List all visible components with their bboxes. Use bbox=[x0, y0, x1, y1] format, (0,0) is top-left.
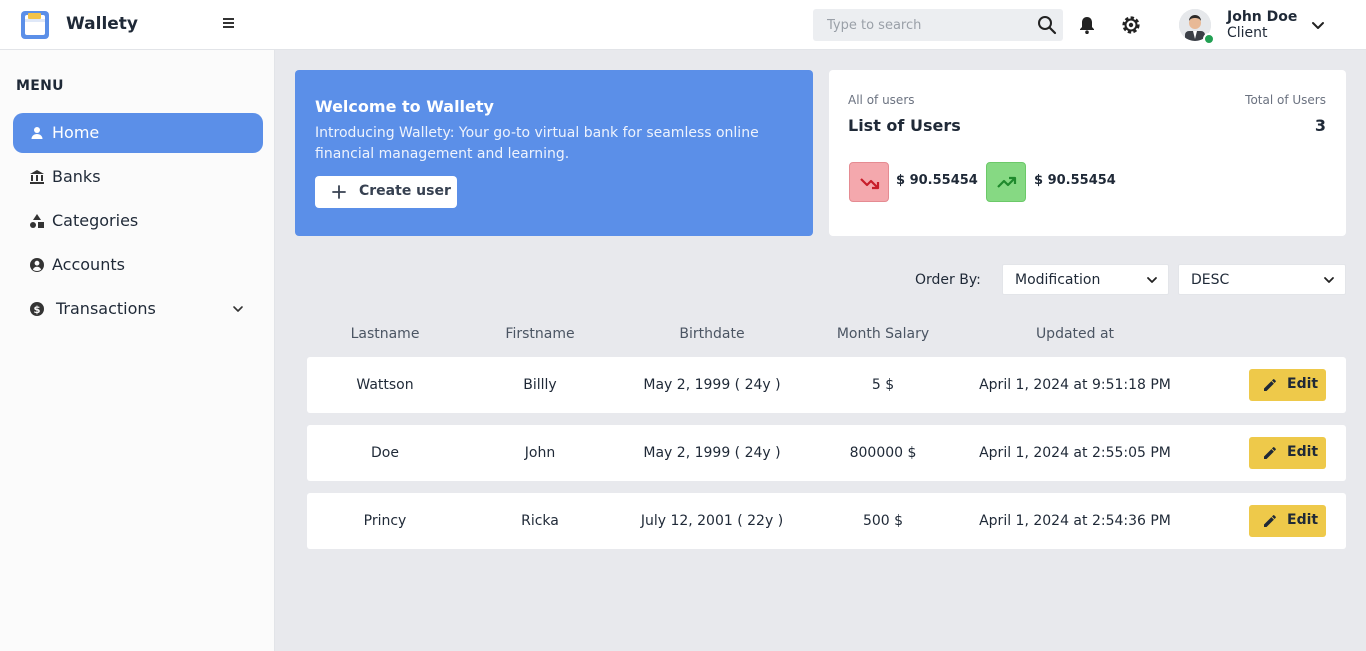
online-status-dot bbox=[1203, 33, 1215, 45]
edit-button[interactable]: Edit bbox=[1249, 505, 1326, 537]
avatar[interactable] bbox=[1179, 9, 1215, 45]
users-stats-card: All of users List of Users Total of User… bbox=[829, 70, 1346, 236]
edit-label: Edit bbox=[1287, 376, 1319, 392]
dollar-coin-icon: $ bbox=[30, 302, 44, 316]
pencil-icon bbox=[1264, 447, 1276, 459]
search-icon[interactable] bbox=[1037, 15, 1057, 35]
welcome-title: Welcome to Wallety bbox=[315, 97, 494, 116]
trend-down-badge bbox=[849, 162, 889, 202]
chevron-down-icon bbox=[1147, 277, 1157, 283]
cell-birthdate: July 12, 2001 ( 22y ) bbox=[640, 513, 784, 529]
welcome-card: Welcome to Wallety Introducing Wallety: … bbox=[295, 70, 813, 236]
sidebar-item-label: Accounts bbox=[52, 255, 125, 274]
pencil-icon bbox=[1264, 515, 1276, 527]
chevron-down-icon[interactable] bbox=[1310, 17, 1326, 33]
order-direction-value: DESC bbox=[1191, 272, 1230, 288]
table-row: Wattson Billly May 2, 1999 ( 24y ) 5 $ A… bbox=[307, 357, 1346, 413]
order-field-select[interactable]: Modification bbox=[1002, 264, 1169, 295]
bank-icon bbox=[30, 170, 44, 184]
table-row: Doe John May 2, 1999 ( 24y ) 800000 $ Ap… bbox=[307, 425, 1346, 481]
sidebar-item-home[interactable]: Home bbox=[13, 113, 263, 153]
cell-firstname: Billly bbox=[523, 377, 557, 393]
cell-salary: 5 $ bbox=[871, 377, 895, 393]
sidebar-item-categories[interactable]: Categories bbox=[13, 201, 263, 241]
shapes-icon bbox=[30, 214, 44, 228]
pencil-icon bbox=[1264, 379, 1276, 391]
cell-firstname: Ricka bbox=[521, 513, 559, 529]
create-user-button[interactable]: Create user bbox=[315, 176, 457, 208]
order-field-value: Modification bbox=[1015, 272, 1101, 288]
cell-salary: 800000 $ bbox=[849, 445, 917, 461]
cell-lastname: Doe bbox=[371, 445, 399, 461]
sidebar-item-banks[interactable]: Banks bbox=[13, 157, 263, 197]
trending-up-icon bbox=[997, 176, 1017, 188]
column-header-lastname: Lastname bbox=[350, 326, 420, 342]
sidebar-item-label: Categories bbox=[52, 211, 139, 230]
chevron-down-icon[interactable] bbox=[231, 302, 245, 316]
sidebar-item-label: Transactions bbox=[56, 299, 156, 318]
welcome-text: Introducing Wallety: Your go-to virtual … bbox=[315, 125, 759, 162]
cell-updated: April 1, 2024 at 2:54:36 PM bbox=[979, 513, 1171, 529]
menu-heading: MENU bbox=[16, 78, 64, 94]
bell-icon[interactable] bbox=[1077, 15, 1097, 35]
sidebar-item-label: Home bbox=[52, 123, 100, 142]
cell-updated: April 1, 2024 at 2:55:05 PM bbox=[979, 445, 1171, 461]
order-direction-select[interactable]: DESC bbox=[1178, 264, 1346, 295]
chevron-down-icon bbox=[1324, 277, 1334, 283]
top-bar: Wallety John Doe Client bbox=[0, 0, 1366, 50]
user-icon bbox=[31, 127, 43, 139]
cell-birthdate: May 2, 1999 ( 24y ) bbox=[643, 377, 781, 393]
total-users-label: Total of Users bbox=[1245, 93, 1326, 107]
edit-label: Edit bbox=[1287, 444, 1319, 460]
svg-text:$: $ bbox=[34, 305, 41, 316]
cell-salary: 500 $ bbox=[862, 513, 904, 529]
cell-lastname: Princy bbox=[363, 513, 407, 529]
plus-icon bbox=[332, 185, 346, 199]
cell-lastname: Wattson bbox=[356, 377, 414, 393]
wallet-logo-icon[interactable] bbox=[20, 10, 50, 40]
cell-firstname: John bbox=[524, 445, 556, 461]
search-box bbox=[813, 9, 1063, 41]
trend-up-value: $ 90.55454 bbox=[1034, 173, 1116, 188]
trend-up-badge bbox=[986, 162, 1026, 202]
column-header-salary: Month Salary bbox=[836, 326, 930, 342]
account-circle-icon bbox=[30, 258, 44, 272]
stats-subtitle: All of users bbox=[848, 93, 915, 107]
stats-title: List of Users bbox=[848, 116, 961, 135]
user-role: Client bbox=[1227, 25, 1268, 41]
trending-down-icon bbox=[860, 178, 880, 190]
table-row: Princy Ricka July 12, 2001 ( 22y ) 500 $… bbox=[307, 493, 1346, 549]
total-users-count: 3 bbox=[1314, 116, 1326, 135]
user-name: John Doe bbox=[1227, 9, 1298, 25]
column-header-birthdate: Birthdate bbox=[679, 326, 745, 342]
cell-birthdate: May 2, 1999 ( 24y ) bbox=[643, 445, 781, 461]
edit-button[interactable]: Edit bbox=[1249, 369, 1326, 401]
gear-icon[interactable] bbox=[1120, 14, 1142, 36]
edit-button[interactable]: Edit bbox=[1249, 437, 1326, 469]
menu-icon[interactable] bbox=[222, 16, 238, 34]
order-by-label: Order By: bbox=[915, 272, 981, 288]
create-user-label: Create user bbox=[359, 183, 451, 199]
column-header-firstname: Firstname bbox=[505, 326, 575, 342]
trend-down-value: $ 90.55454 bbox=[896, 173, 978, 188]
app-title: Wallety bbox=[66, 14, 139, 34]
sidebar-item-accounts[interactable]: Accounts bbox=[13, 245, 263, 285]
sidebar: MENU Home Banks Categories Accounts $ Tr… bbox=[0, 50, 275, 651]
edit-label: Edit bbox=[1287, 512, 1319, 528]
column-header-updated: Updated at bbox=[1035, 326, 1115, 342]
sidebar-item-label: Banks bbox=[52, 167, 101, 186]
sidebar-item-transactions[interactable]: $ Transactions bbox=[13, 289, 263, 329]
search-input[interactable] bbox=[813, 9, 1028, 41]
cell-updated: April 1, 2024 at 9:51:18 PM bbox=[979, 377, 1171, 393]
